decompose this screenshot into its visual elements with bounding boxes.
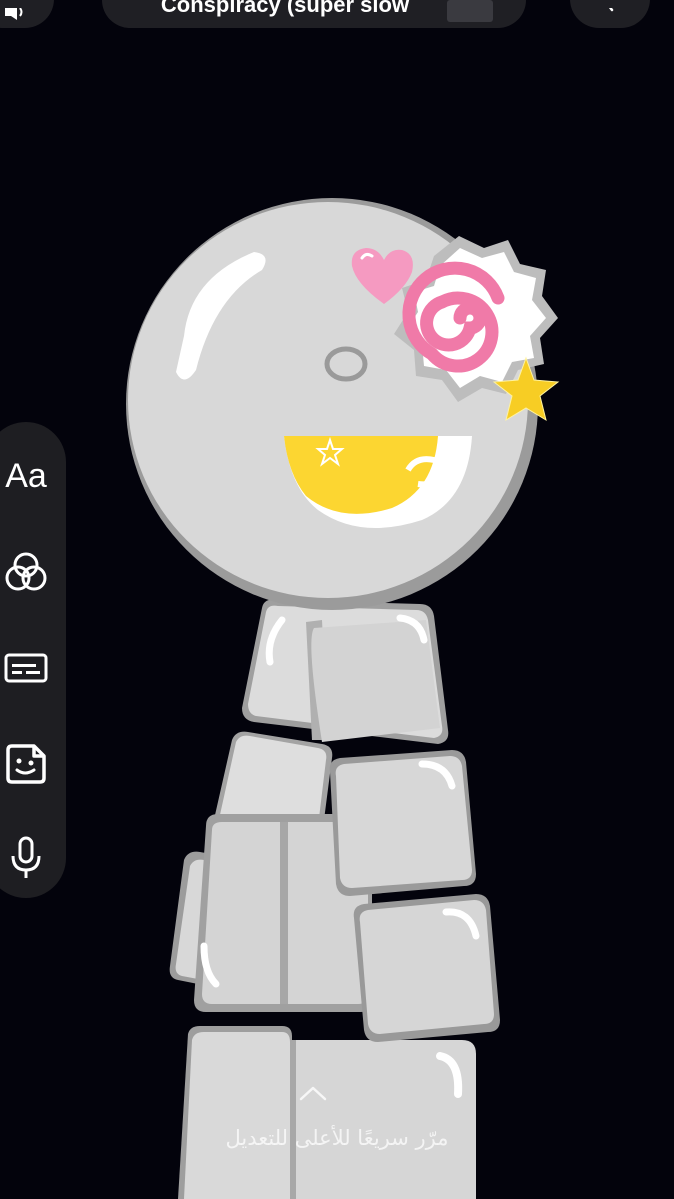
- effects-button[interactable]: [0, 546, 52, 598]
- text-tool-label: Aa: [5, 456, 47, 495]
- story-image: [126, 198, 560, 1199]
- neck-block: [242, 588, 449, 744]
- sticker-icon: [6, 744, 46, 784]
- torso: [169, 731, 500, 1042]
- text-tool-button[interactable]: Aa: [0, 450, 52, 502]
- captions-icon: [4, 653, 48, 683]
- voice-button[interactable]: [0, 832, 52, 884]
- microphone-icon: [11, 836, 41, 878]
- lower-block: [178, 1026, 476, 1199]
- effects-icon: [5, 552, 47, 591]
- sticker-button[interactable]: [0, 738, 52, 790]
- captions-button[interactable]: [0, 642, 52, 694]
- side-toolbar: Aa: [0, 422, 66, 898]
